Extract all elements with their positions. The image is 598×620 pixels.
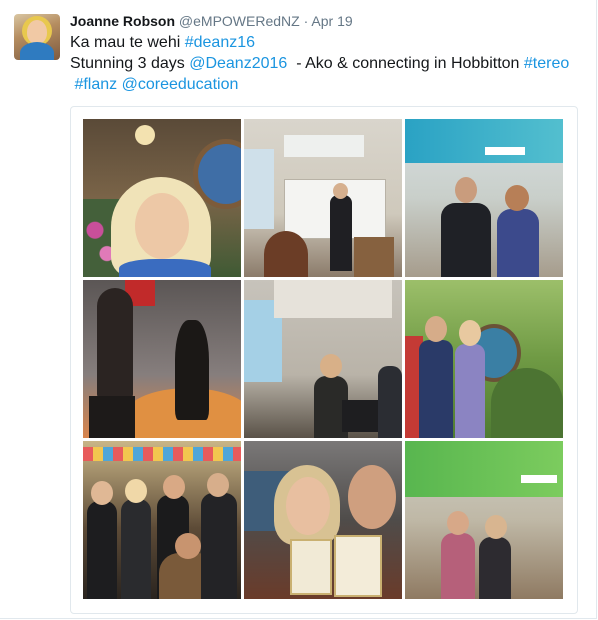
woman-lavender-head [459, 320, 481, 346]
tweet-text-line-2: Stunning 3 days @Deanz2016 - Ako & conne… [70, 53, 580, 74]
man-suit-head [425, 316, 447, 342]
photo-projector-selfie[interactable] [244, 280, 402, 438]
certificate-left [290, 539, 332, 595]
certificate-right [334, 535, 382, 597]
separator-dot: · [303, 13, 309, 29]
author-name[interactable]: Joanne Robson [70, 13, 175, 29]
man-suit [419, 340, 453, 438]
lamp-glow [135, 125, 155, 145]
woman-body [497, 209, 539, 277]
core-logo-text [485, 147, 525, 155]
woman-lavender [455, 344, 485, 438]
person-1-head [91, 481, 113, 505]
photo-party-group[interactable] [83, 441, 241, 599]
man-right [378, 366, 402, 438]
text-fragment: Ka mau te wehi [70, 34, 185, 51]
core-screen [405, 119, 563, 163]
silhouette [175, 320, 209, 420]
text-fragment: - Ako & connecting in Hobbitton [287, 55, 524, 72]
avatar-body [20, 42, 54, 60]
tweet-text: Ka mau te wehi #deanz16 Stunning 3 days … [70, 32, 580, 95]
author-handle[interactable]: @eMPOWERedNZ [179, 13, 300, 29]
mention-deanz2016[interactable]: @Deanz2016 [189, 55, 287, 72]
tweet-card: Joanne Robson @eMPOWERedNZ · Apr 19 Ka m… [0, 0, 597, 619]
presenter-woman-head [320, 354, 342, 378]
woman-head [505, 185, 529, 211]
projector-screen [244, 149, 274, 229]
media-container [70, 106, 578, 614]
person-front-head [175, 533, 201, 559]
tweet-text-line-3: #flanz @coreeducation [70, 74, 580, 95]
photo-hobbit-door-selfie[interactable] [83, 119, 241, 277]
hashtag-tereo[interactable]: #tereo [524, 55, 569, 72]
tweet-text-line-1: Ka mau te wehi #deanz16 [70, 32, 580, 53]
text-fragment: Stunning 3 days [70, 55, 190, 72]
photo-core-banner-pair-2[interactable] [405, 441, 563, 599]
woman-shirt [119, 259, 211, 277]
green-screen [405, 441, 563, 497]
photo-statue-silhouette[interactable] [83, 280, 241, 438]
statue [97, 288, 133, 398]
mention-coreeducation[interactable]: @coreeducation [122, 76, 239, 93]
woman-blonde-face [286, 477, 330, 535]
person-3-head [163, 475, 185, 499]
statue-plinth [89, 396, 135, 438]
man-pink-head [447, 511, 469, 535]
ceiling-panel [274, 280, 392, 318]
tweet-timestamp[interactable]: Apr 19 [311, 13, 352, 29]
photo-hobbit-hole-group[interactable] [405, 280, 563, 438]
photo-collage[interactable] [83, 119, 563, 603]
photo-presentation-room[interactable] [244, 119, 402, 277]
avatar[interactable] [14, 14, 60, 60]
bunting [83, 447, 241, 461]
podium [354, 237, 394, 277]
avatar-face [27, 20, 47, 44]
person-2-head [125, 479, 147, 503]
person-4-head [207, 473, 229, 497]
person-2 [121, 499, 151, 599]
photo-certificate-selfie[interactable] [244, 441, 402, 599]
photo-core-banner-pair[interactable] [405, 119, 563, 277]
person-4 [201, 493, 237, 599]
woman-floral-head [485, 515, 507, 539]
bush [491, 368, 563, 438]
tweet-header: Joanne Robson @eMPOWERedNZ · Apr 19 [70, 12, 353, 30]
person-1 [87, 501, 117, 599]
audience-head [264, 231, 308, 277]
presenter-head [333, 183, 348, 199]
core-logo-text-2 [521, 475, 557, 483]
woman-floral [479, 537, 511, 599]
man-body [441, 203, 491, 277]
man-head [455, 177, 477, 203]
hashtag-deanz16[interactable]: #deanz16 [185, 34, 255, 51]
man-glasses-face [348, 465, 396, 529]
ceiling-light [284, 135, 364, 157]
woman-face [135, 193, 189, 259]
hashtag-flanz[interactable]: #flanz [74, 76, 117, 93]
man-pink-shirt [441, 533, 475, 599]
presenter [330, 195, 352, 271]
